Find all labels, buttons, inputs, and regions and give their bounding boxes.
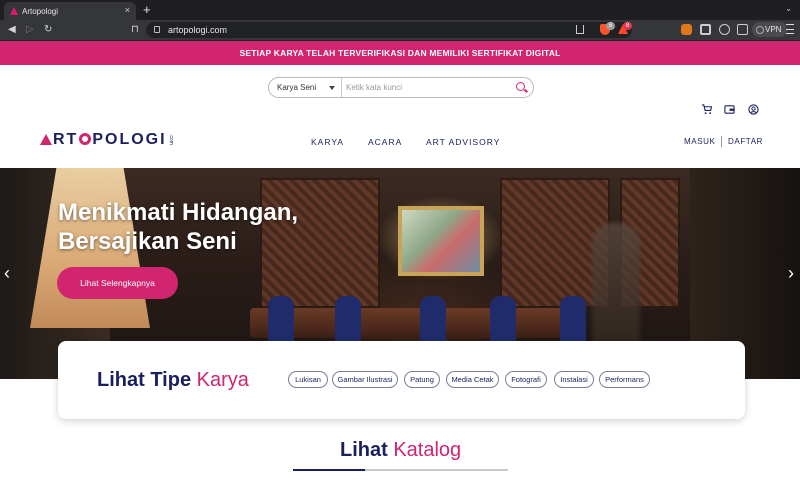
address-bar[interactable]: artopologi.com [146, 22, 632, 38]
nav-item-art-advisory[interactable]: ART ADVISORY [426, 137, 500, 147]
hero-chair-image [560, 296, 586, 346]
logo-text-left: RT [53, 131, 79, 148]
reload-icon[interactable]: ↻ [44, 23, 52, 37]
type-chip-instalasi[interactable]: Instalasi [554, 371, 594, 388]
vpn-button[interactable]: VPN [752, 22, 788, 37]
hero-chair-image [420, 296, 446, 346]
logo-ring-icon [79, 133, 92, 145]
hero-chair-image [490, 296, 516, 346]
nav-item-acara[interactable]: ACARA [368, 137, 402, 147]
chevron-down-icon [329, 86, 335, 90]
cart-icon[interactable] [701, 104, 712, 115]
login-link[interactable]: MASUK [684, 137, 715, 146]
shield-count-badge: 6 [606, 22, 615, 30]
wallet-icon[interactable] [737, 24, 748, 35]
type-chip-performans[interactable]: Performans [599, 371, 650, 388]
verification-banner: SETIAP KARYA TELAH TERVERIFIKASI DAN MEM… [0, 41, 800, 65]
browser-menu-icon[interactable] [786, 24, 794, 34]
logo-com-suffix: .com [168, 134, 174, 145]
auth-divider [721, 136, 722, 147]
forward-arrow-icon[interactable]: ▷ [26, 23, 34, 37]
nav-item-karya[interactable]: KARYA [311, 137, 344, 147]
type-chip-media-cetak[interactable]: Media Cetak [446, 371, 499, 388]
extensions-puzzle-icon[interactable] [700, 24, 711, 35]
new-tab-button[interactable]: + [143, 2, 151, 17]
hero-painting-image [398, 206, 484, 276]
account-icon[interactable] [748, 104, 759, 115]
hero-cta-button[interactable]: Lihat Selengkapnya [57, 267, 178, 299]
wallet-icon[interactable] [724, 104, 735, 115]
profile-icon[interactable] [719, 24, 730, 35]
artwork-type-title-main: Lihat Tipe [97, 369, 197, 391]
tab-close-icon[interactable]: × [125, 5, 130, 15]
back-arrow-icon[interactable]: ◀ [8, 23, 16, 37]
hero-chair-image [335, 296, 361, 346]
type-chip-patung[interactable]: Patung [404, 371, 440, 388]
hero-title: Menikmati Hidangan, Bersajikan Seni [58, 199, 299, 255]
catalog-tab-active-underline [293, 469, 365, 471]
catalog-title: Lihat Katalog [340, 439, 461, 462]
catalog-title-accent: Katalog [393, 439, 462, 461]
search-bar: Karya Seni [268, 77, 534, 98]
category-select[interactable]: Karya Seni [269, 78, 342, 97]
artwork-type-title: Lihat Tipe Karya [97, 369, 249, 392]
hero-table-image [250, 308, 580, 338]
search-icon[interactable] [516, 82, 525, 91]
category-select-value: Karya Seni [277, 83, 317, 92]
rewards-count-badge: 8 [623, 22, 632, 30]
address-url: artopologi.com [168, 25, 228, 35]
tab-list-chevron-icon[interactable]: ⌄ [785, 4, 792, 13]
lock-icon [154, 26, 160, 33]
type-chip-gambar-ilustrasi[interactable]: Gambar Ilustrasi [332, 371, 398, 388]
type-chip-fotografi[interactable]: Fotografi [505, 371, 547, 388]
artopologi-logo[interactable]: RT POLOGI [40, 131, 167, 149]
search-input[interactable] [346, 80, 506, 95]
register-link[interactable]: DAFTAR [728, 137, 763, 146]
tab-title: Artopologi [22, 6, 59, 16]
browser-tab[interactable]: Artopologi × [4, 2, 136, 20]
artopologi-favicon-icon [10, 7, 18, 15]
artwork-type-card: Lihat Tipe Karya Lukisan Gambar Ilustras… [58, 341, 745, 419]
metamask-fox-icon[interactable] [681, 24, 692, 35]
carousel-next-icon[interactable]: › [788, 263, 794, 283]
artwork-type-title-accent: Karya [196, 369, 249, 391]
carousel-prev-icon[interactable]: ‹ [4, 263, 10, 283]
logo-text-right: POLOGI [92, 131, 167, 148]
catalog-title-main: Lihat [340, 439, 394, 461]
hero-chair-image [268, 296, 294, 346]
browser-tab-strip: Artopologi × + ⌄ [0, 0, 800, 20]
share-icon[interactable] [576, 25, 584, 34]
logo-triangle-icon [40, 134, 52, 145]
bookmark-icon[interactable]: ⊓ [131, 23, 139, 37]
type-chip-lukisan[interactable]: Lukisan [288, 371, 328, 388]
